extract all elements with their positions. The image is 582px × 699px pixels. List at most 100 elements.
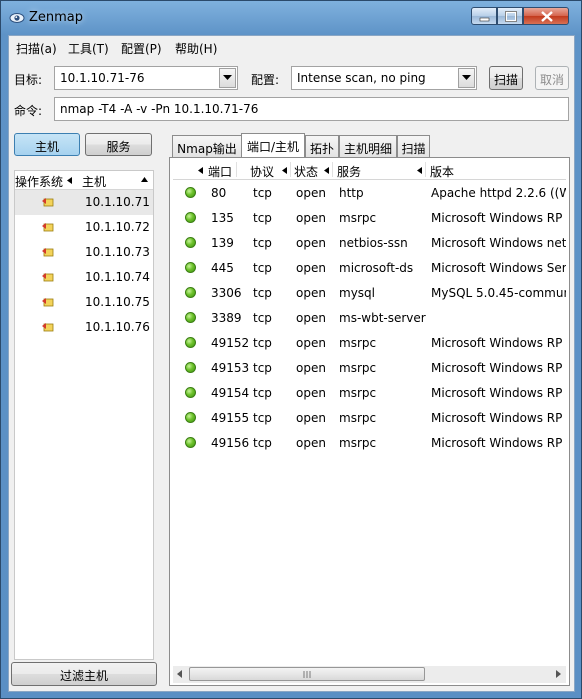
profile-dropdown-button[interactable]	[458, 68, 475, 88]
col-os-header[interactable]: 操作系统	[15, 173, 63, 190]
col-service-header[interactable]: 服务	[337, 163, 361, 180]
tab-nmap-output[interactable]: Nmap输出	[172, 135, 242, 157]
tab-label: 扫描	[401, 142, 426, 156]
cell-state: open	[296, 361, 326, 375]
tab-topology[interactable]: 拓扑	[305, 135, 339, 157]
services-view-button[interactable]: 服务	[85, 133, 152, 156]
port-row[interactable]: 49155 tcp open msrpc Microsoft Windows RP	[173, 405, 566, 430]
filter-hosts-button[interactable]: 过滤主机	[11, 662, 157, 686]
cell-port: 49154	[211, 386, 249, 400]
host-ip: 10.1.10.76	[85, 320, 150, 334]
cell-state: open	[296, 336, 326, 350]
col-state-header[interactable]: 状态	[294, 163, 318, 180]
cell-port: 135	[211, 211, 234, 225]
profile-value: Intense scan, no ping	[297, 71, 426, 85]
cell-version: Microsoft Windows RP	[431, 361, 563, 375]
close-window-button[interactable]	[523, 7, 569, 25]
minimize-button[interactable]	[471, 7, 497, 25]
tab-ports-hosts[interactable]: 端口/主机	[241, 133, 305, 158]
port-row[interactable]: 445 tcp open microsoft-ds Microsoft Windows …	[173, 255, 566, 280]
host-list-header: 操作系统 主机	[15, 171, 153, 190]
minimize-icon	[479, 17, 490, 22]
target-combo[interactable]: 10.1.10.71-76	[54, 66, 238, 90]
cell-protocol: tcp	[253, 361, 272, 375]
tab-scans[interactable]: 扫描	[397, 135, 430, 157]
scroll-left-icon[interactable]	[177, 670, 182, 678]
cell-protocol: tcp	[253, 386, 272, 400]
scan-button[interactable]: 扫描	[489, 66, 523, 90]
sort-up-icon	[141, 177, 148, 182]
status-open-icon	[185, 437, 196, 448]
command-input[interactable]: nmap -T4 -A -v -Pn 10.1.10.71-76	[60, 102, 258, 116]
zenmap-window: Zenmap 扫描(a) 工具(T) 配置(P) 帮助(H) 目标: 10.1.…	[0, 0, 582, 699]
title-bar[interactable]: Zenmap	[1, 1, 581, 35]
status-open-icon	[185, 287, 196, 298]
os-unknown-icon	[42, 248, 54, 257]
cell-version: Microsoft Windows RP	[431, 211, 563, 225]
cancel-button[interactable]: 取消	[535, 66, 569, 90]
col-port-header[interactable]: 端口	[208, 163, 232, 180]
port-row[interactable]: 135 tcp open msrpc Microsoft Windows RP	[173, 205, 566, 230]
col-protocol-header[interactable]: 协议	[250, 163, 274, 180]
maximize-button[interactable]	[497, 7, 523, 25]
cell-protocol: tcp	[253, 236, 272, 250]
cell-protocol: tcp	[253, 261, 272, 275]
host-row[interactable]: 10.1.10.74	[15, 265, 153, 290]
port-row[interactable]: 49152 tcp open msrpc Microsoft Windows RP	[173, 330, 566, 355]
port-row[interactable]: 49156 tcp open msrpc Microsoft Windows RP	[173, 430, 566, 455]
cell-state: open	[296, 436, 326, 450]
maximize-icon	[505, 11, 517, 22]
profile-combo[interactable]: Intense scan, no ping	[291, 66, 477, 90]
scroll-right-icon[interactable]	[556, 670, 561, 678]
command-field[interactable]: nmap -T4 -A -v -Pn 10.1.10.71-76	[54, 97, 569, 121]
col-host-header[interactable]: 主机	[82, 173, 106, 190]
os-unknown-icon	[42, 323, 54, 332]
host-row[interactable]: 10.1.10.71	[15, 190, 153, 215]
port-row[interactable]: 3306 tcp open mysql MySQL 5.0.45-commun	[173, 280, 566, 305]
col-version-header[interactable]: 版本	[430, 163, 454, 180]
cell-state: open	[296, 386, 326, 400]
cell-service: netbios-ssn	[339, 236, 408, 250]
target-dropdown-button[interactable]	[219, 68, 236, 88]
column-divider	[425, 162, 426, 177]
scrollbar-thumb[interactable]	[189, 667, 425, 681]
tab-label: 端口/主机	[246, 140, 300, 154]
host-row[interactable]: 10.1.10.72	[15, 215, 153, 240]
host-row[interactable]: 10.1.10.76	[15, 315, 153, 340]
cell-port: 3389	[211, 311, 242, 325]
cell-state: open	[296, 211, 326, 225]
host-row[interactable]: 10.1.10.73	[15, 240, 153, 265]
sort-left-icon	[282, 167, 287, 174]
host-ip: 10.1.10.74	[85, 270, 150, 284]
os-unknown-icon	[42, 223, 54, 232]
cell-service: msrpc	[339, 411, 377, 425]
port-row[interactable]: 49154 tcp open msrpc Microsoft Windows RP	[173, 380, 566, 405]
port-row[interactable]: 49153 tcp open msrpc Microsoft Windows RP	[173, 355, 566, 380]
cell-service: mysql	[339, 286, 375, 300]
scan-button-label: 扫描	[493, 73, 518, 87]
hosts-view-button[interactable]: 主机	[14, 133, 80, 156]
target-input[interactable]: 10.1.10.71-76	[60, 71, 145, 85]
filter-hosts-label: 过滤主机	[59, 669, 108, 683]
host-list[interactable]: 操作系统 主机 10.1.10.71 10.1.10.72 10.1.10.73 10…	[14, 170, 154, 660]
client-area: 扫描(a) 工具(T) 配置(P) 帮助(H) 目标: 10.1.10.71-7…	[8, 35, 575, 692]
tab-host-details[interactable]: 主机明细	[339, 135, 397, 157]
services-view-label: 服务	[106, 140, 131, 154]
horizontal-scrollbar[interactable]	[173, 666, 566, 683]
status-open-icon	[185, 362, 196, 373]
chevron-down-icon	[462, 75, 471, 80]
port-row[interactable]: 3389 tcp open ms-wbt-server	[173, 305, 566, 330]
menu-help[interactable]: 帮助(H)	[175, 40, 217, 57]
menu-profile[interactable]: 配置(P)	[121, 40, 162, 57]
cell-protocol: tcp	[253, 186, 272, 200]
cell-port: 49155	[211, 411, 249, 425]
host-row[interactable]: 10.1.10.75	[15, 290, 153, 315]
menu-scan[interactable]: 扫描(a)	[16, 40, 57, 57]
cell-state: open	[296, 311, 326, 325]
cell-service: http	[339, 186, 364, 200]
status-open-icon	[185, 212, 196, 223]
port-row[interactable]: 139 tcp open netbios-ssn Microsoft Windows n…	[173, 230, 566, 255]
menu-tools[interactable]: 工具(T)	[68, 40, 109, 57]
chevron-down-icon	[223, 75, 232, 80]
port-row[interactable]: 80 tcp open http Apache httpd 2.2.6 ((W	[173, 180, 566, 205]
